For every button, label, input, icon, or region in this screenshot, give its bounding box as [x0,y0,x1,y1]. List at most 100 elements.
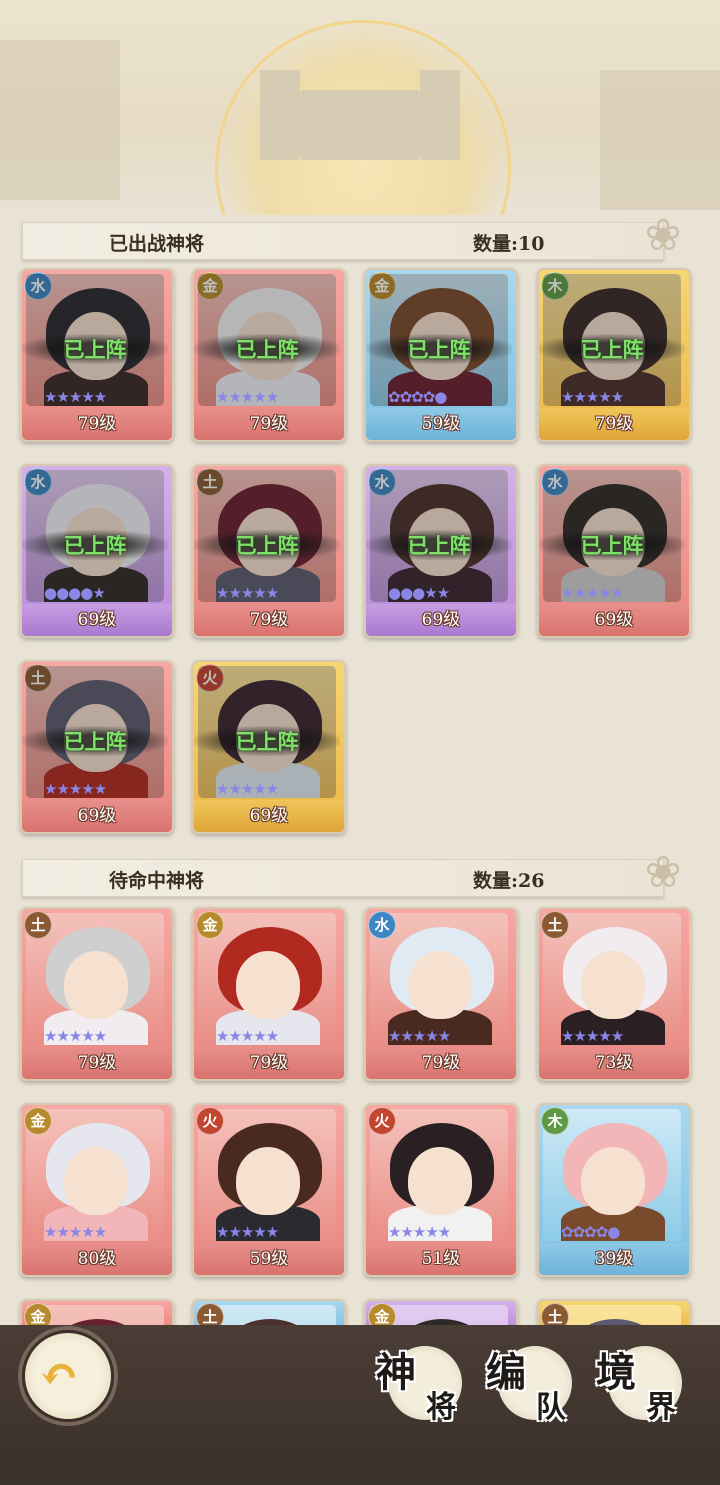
nav-label-sub: 队 [536,1390,566,1425]
heroes-nav-button[interactable]: 神 将 [374,1340,474,1430]
realm-nav-button[interactable]: 境 界 [594,1340,694,1430]
star-rating: ★★★★★ [216,1027,279,1045]
element-badge: 金 [24,1107,52,1135]
hero-card[interactable]: 木 ★★★★★ 已上阵 79级 [537,268,691,442]
hero-level: 51级 [366,1243,516,1275]
hero-card[interactable]: 火 ★★★★★ 51级 [364,1103,518,1277]
nav-label-main: 境 [596,1349,636,1396]
element-badge: 火 [196,1107,224,1135]
section-count: 数量:26 [473,870,545,892]
hero-level: 69级 [539,604,689,636]
hero-level: 69级 [366,604,516,636]
star-rating: ★★★★★ [561,584,624,602]
hero-level: 80级 [22,1243,172,1275]
hero-card[interactable]: 木 ✿✿✿✿● 39级 [537,1103,691,1277]
hero-level: 59级 [194,1243,344,1275]
hero-face [581,951,645,1019]
section-title: 已出战神将 [109,233,205,255]
lotus-ornament-icon: ❀ [644,847,682,898]
hero-face [236,951,300,1019]
deployed-label: 已上阵 [194,334,340,364]
hero-level: 79级 [366,1047,516,1079]
hero-card[interactable]: 火 ★★★★★ 已上阵 69级 [192,660,346,834]
hero-face [408,1147,472,1215]
nav-label-main: 神 [376,1349,416,1396]
hero-level: 79级 [194,1047,344,1079]
hero-card[interactable]: 水 ★★★★★ 79级 [364,907,518,1081]
deployed-label: 已上阵 [366,334,512,364]
star-rating: ★★★★★ [44,1223,107,1241]
hero-level: 59级 [366,408,516,440]
deployed-label: 已上阵 [22,530,168,560]
hero-card[interactable]: 金 ✿✿✿✿● 已上阵 59级 [364,268,518,442]
hero-card[interactable]: 水 ★★★★★ 已上阵 69级 [537,464,691,638]
deployed-label: 已上阵 [22,726,168,756]
hero-level: 39级 [539,1243,689,1275]
hero-card[interactable]: 金 ★★★★★ 已上阵 79级 [192,268,346,442]
hero-level: 79级 [22,408,172,440]
hero-level: 79级 [194,604,344,636]
star-rating: ★★★★★ [216,584,279,602]
hero-card[interactable]: 土 ★★★★★ 73级 [537,907,691,1081]
hero-level: 69级 [194,800,344,832]
deployed-label: 已上阵 [539,530,685,560]
element-badge: 土 [24,911,52,939]
palace-tower-right [420,70,460,160]
hero-card[interactable]: 水 ●●●●★ 已上阵 69级 [20,464,174,638]
element-badge: 金 [196,911,224,939]
hero-face [64,1147,128,1215]
star-rating: ★★★★★ [561,1027,624,1045]
nav-label-main: 编 [486,1349,526,1396]
deployed-label: 已上阵 [366,530,512,560]
star-rating: ★★★★★ [388,1027,451,1045]
nav-label-sub: 界 [646,1390,676,1425]
star-rating: ✿✿✿✿● [388,388,447,406]
standby-section-header: 待命中神将 数量:26 ❀ [22,847,681,898]
hero-face [64,951,128,1019]
hero-level: 79级 [194,408,344,440]
star-rating: ★★★★★ [216,780,279,798]
element-badge: 火 [368,1107,396,1135]
lotus-ornament-icon: ❀ [644,210,682,261]
deployed-label: 已上阵 [194,530,340,560]
element-badge: 木 [541,1107,569,1135]
hero-face [581,1147,645,1215]
formation-nav-button[interactable]: 编 队 [484,1340,584,1430]
palace-background [0,0,720,215]
deployed-section-header: 已出战神将 数量:10 ❀ [22,210,681,261]
palace-silhouette [300,90,420,160]
star-rating: ★★★★★ [44,780,107,798]
star-rating: ●●●●★ [44,584,106,602]
back-button[interactable]: ↶ [22,1330,114,1422]
deployed-label: 已上阵 [194,726,340,756]
star-rating: ★★★★★ [216,1223,279,1241]
hero-card[interactable]: 金 ★★★★★ 80级 [20,1103,174,1277]
star-rating: ★★★★★ [44,388,107,406]
hero-card[interactable]: 水 ●●●★★ 已上阵 69级 [364,464,518,638]
palace-side-left [0,40,120,200]
hero-card[interactable]: 土 ★★★★★ 已上阵 79级 [192,464,346,638]
hero-card[interactable]: 水 ★★★★★ 已上阵 79级 [20,268,174,442]
palace-tower-left [260,70,300,160]
hero-level: 73级 [539,1047,689,1079]
deployed-label: 已上阵 [22,334,168,364]
hero-card[interactable]: 火 ★★★★★ 59级 [192,1103,346,1277]
hero-face [408,951,472,1019]
hero-level: 79级 [539,408,689,440]
star-rating: ★★★★★ [561,388,624,406]
star-rating: ●●●★★ [388,584,450,602]
element-badge: 土 [541,911,569,939]
hero-level: 79级 [22,1047,172,1079]
hero-card[interactable]: 金 ★★★★★ 79级 [192,907,346,1081]
nav-label-sub: 将 [426,1390,456,1425]
star-rating: ★★★★★ [216,388,279,406]
star-rating: ★★★★★ [388,1223,451,1241]
deployed-label: 已上阵 [539,334,685,364]
section-count: 数量:10 [473,233,545,255]
hero-level: 69级 [22,800,172,832]
back-arrow-icon: ↶ [39,1347,80,1403]
hero-card[interactable]: 土 ★★★★★ 79级 [20,907,174,1081]
hero-level: 69级 [22,604,172,636]
hero-face [236,1147,300,1215]
hero-card[interactable]: 土 ★★★★★ 已上阵 69级 [20,660,174,834]
